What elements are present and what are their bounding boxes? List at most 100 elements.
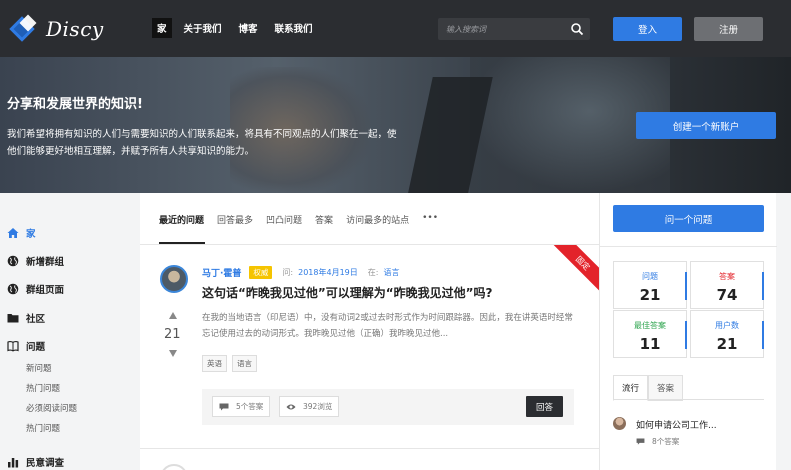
- search-icon[interactable]: [570, 22, 584, 36]
- stat-users: 用户数 21: [690, 310, 764, 358]
- popular-question-answers-label: 8个答案: [652, 437, 680, 446]
- divider: [613, 399, 764, 400]
- create-account-button[interactable]: 创建一个新账户: [636, 112, 776, 139]
- views-count-label: 392浏览: [303, 402, 333, 411]
- globe-icon: [7, 255, 19, 267]
- sidebar-item-home[interactable]: 家: [7, 226, 36, 240]
- sidebar-subitem-hot-questions[interactable]: 热门问题: [26, 382, 60, 394]
- sidebar-item-community[interactable]: 社区: [7, 311, 45, 325]
- author-name[interactable]: 马丁·霍普: [202, 266, 241, 279]
- stat-accent: [685, 321, 687, 349]
- nav-item-blog[interactable]: 博客: [234, 18, 263, 38]
- main-nav: 家 关于我们 博客 联系我们: [152, 18, 325, 38]
- author-avatar[interactable]: [160, 265, 188, 293]
- asked-label: 问:: [282, 268, 294, 277]
- sidebar-item-label: 民意调查: [26, 458, 65, 469]
- home-icon: [7, 228, 19, 238]
- answers-count[interactable]: 5个答案: [212, 396, 271, 417]
- login-button[interactable]: 登入: [613, 17, 682, 41]
- popular-question-answers[interactable]: 8个答案: [636, 436, 679, 447]
- stat-label: 答案: [719, 272, 735, 281]
- divider: [600, 246, 777, 247]
- globe-icon: [7, 283, 19, 295]
- sidebar-subitem-trending[interactable]: 热门问题: [26, 422, 60, 434]
- sidebar-subitem-new-questions[interactable]: 新问题: [26, 362, 52, 374]
- stat-value: 74: [716, 286, 738, 304]
- stat-questions: 问题 21: [613, 261, 687, 309]
- question-category[interactable]: 语言: [383, 267, 399, 278]
- folder-icon: [7, 314, 19, 323]
- hero-title: 分享和发展世界的知识!: [7, 97, 143, 112]
- stat-best-answers: 最佳答案 11: [613, 310, 687, 358]
- book-icon: [7, 340, 19, 352]
- asked-date[interactable]: 2018年4月19日: [298, 267, 358, 278]
- sidebar-item-label: 家: [26, 229, 36, 240]
- register-button[interactable]: 注册: [694, 17, 763, 41]
- top-header: Discy 家 关于我们 博客 联系我们 登入 注册: [0, 0, 791, 57]
- next-question-avatar[interactable]: [160, 464, 188, 470]
- stat-accent: [762, 321, 764, 349]
- vote-up-icon[interactable]: [169, 312, 177, 319]
- answer-button[interactable]: 回答: [526, 396, 563, 417]
- hero-description: 我们希望将拥有知识的人们与需要知识的人们联系起来，将具有不同观点的人们聚在一起，…: [7, 129, 397, 157]
- sidebar-item-label: 问题: [26, 342, 46, 353]
- poll-icon: [8, 458, 19, 468]
- stat-value: 21: [716, 335, 738, 353]
- stat-label: 问题: [642, 272, 658, 281]
- question-excerpt: 在我的当地语言（印尼语）中，没有动词2或过去时形式作为时间跟踪器。因此，我在讲英…: [202, 313, 573, 339]
- question-tabs: 最近的问题 回答最多 凹凸问题 答案 访问最多的站点 •••: [159, 213, 451, 238]
- left-sidebar: 家 新增群组 群组页面 社区 问题 新问题 热门问题 必须阅读问题 热门问题 民…: [0, 193, 140, 470]
- tab-widget-answers[interactable]: 答案: [648, 375, 684, 401]
- pinned-ribbon-label: 固定: [545, 245, 599, 301]
- stat-label: 最佳答案: [634, 321, 666, 330]
- main-content: 最近的问题 回答最多 凹凸问题 答案 访问最多的站点 ••• 固定 马丁·霍普 …: [140, 193, 599, 470]
- sidebar-subitem-must-read[interactable]: 必须阅读问题: [26, 402, 77, 414]
- nav-item-about[interactable]: 关于我们: [179, 18, 227, 38]
- comment-icon: [219, 403, 229, 410]
- sidebar-item-label: 群组页面: [26, 285, 65, 296]
- tab-more-button[interactable]: •••: [422, 213, 438, 238]
- right-sidebar: 问一个问题 问题 21 答案 74 最佳答案 11 用户数 21 流行 答案 如…: [599, 193, 777, 470]
- sidebar-item-group-page[interactable]: 群组页面: [7, 282, 64, 296]
- tab-popular[interactable]: 流行: [613, 375, 649, 401]
- logo-mark-icon: [9, 14, 37, 42]
- sidebar-item-polls[interactable]: 民意调查: [7, 455, 64, 469]
- hero-banner: 分享和发展世界的知识! 我们希望将拥有知识的人们与需要知识的人们联系起来，将具有…: [0, 57, 791, 193]
- tab-most-answered[interactable]: 回答最多: [217, 213, 253, 238]
- comment-icon: [636, 438, 645, 445]
- question-title[interactable]: 这句话“昨晚我见过他”可以理解为“昨晚我见过他”吗?: [202, 284, 493, 301]
- search-box: [438, 18, 590, 40]
- tab-most-visited[interactable]: 访问最多的站点: [346, 213, 409, 238]
- answers-count-label: 5个答案: [236, 402, 264, 411]
- tab-answers[interactable]: 答案: [315, 213, 333, 238]
- widget-tabs: 流行 答案: [613, 375, 684, 401]
- divider: [140, 448, 599, 449]
- author-badge: 权威: [249, 266, 273, 279]
- vote-down-icon[interactable]: [169, 350, 177, 357]
- question-tags: 英语 语言: [202, 355, 262, 372]
- question-footer: 5个答案 392浏览 回答: [202, 389, 574, 425]
- search-input[interactable]: [438, 18, 566, 40]
- sidebar-item-questions[interactable]: 问题: [7, 339, 45, 353]
- question-meta: 马丁·霍普 权威 问: 2018年4月19日 在: 语言: [202, 266, 399, 279]
- popular-question-avatar[interactable]: [613, 417, 626, 430]
- pinned-ribbon: 固定: [530, 245, 599, 301]
- nav-item-contact[interactable]: 联系我们: [270, 18, 318, 38]
- stat-value: 11: [639, 335, 661, 353]
- tab-bump-questions[interactable]: 凹凸问题: [266, 213, 302, 238]
- tag-language[interactable]: 语言: [232, 355, 257, 372]
- category-label: 在:: [367, 268, 379, 277]
- ask-question-button[interactable]: 问一个问题: [613, 205, 764, 232]
- views-count: 392浏览: [279, 396, 340, 417]
- brand-name: Discy: [46, 17, 104, 41]
- popular-question-title[interactable]: 如何申请公司工作...: [636, 418, 717, 431]
- sidebar-item-new-group[interactable]: 新增群组: [7, 254, 64, 268]
- nav-item-home[interactable]: 家: [152, 18, 172, 38]
- sidebar-item-label: 社区: [26, 314, 46, 325]
- tag-english[interactable]: 英语: [202, 355, 227, 372]
- stat-label: 用户数: [715, 321, 739, 330]
- vote-count: 21: [164, 327, 181, 342]
- tab-recent-questions[interactable]: 最近的问题: [159, 213, 204, 238]
- logo[interactable]: Discy: [7, 14, 104, 44]
- stat-accent: [762, 272, 764, 300]
